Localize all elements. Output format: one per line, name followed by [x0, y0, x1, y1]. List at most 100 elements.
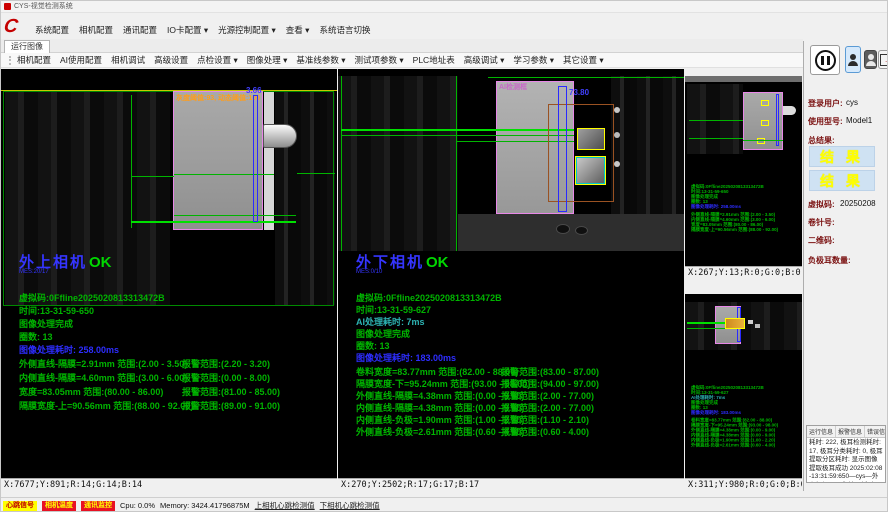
menu-view[interactable]: 查看 ▾	[286, 24, 310, 36]
highlight-dot	[614, 107, 620, 113]
menu-language-switch[interactable]: 系统语言切换	[319, 24, 370, 36]
tool-plc-address[interactable]: PLC地址表	[413, 54, 455, 66]
overlay-green-line	[341, 135, 574, 136]
left-camera-panel[interactable]: 灰度阈值:93, 动态阈值:100 3.66 外上相机OK MES:20/17 …	[1, 69, 337, 491]
tool-advanced-debug[interactable]: 高级调试 ▾	[464, 54, 505, 66]
menu-io-config[interactable]: IO卡配置 ▾	[167, 24, 208, 36]
virtual-code: 虚拟码:0Ffline2025020813313472B	[19, 293, 165, 303]
info-tabs: 运行信息 报警信息 错误信息	[807, 426, 885, 438]
menu-light-config[interactable]: 光源控制配置 ▾	[218, 24, 276, 36]
tool-learning-params[interactable]: 学习参数 ▾	[513, 54, 554, 66]
menu-system-config[interactable]: 系统配置	[35, 24, 69, 36]
alarm-text: 报警范围:(83.00 - 87.00)	[501, 367, 599, 377]
login-user-label: 登录用户:	[808, 98, 843, 109]
thumbnail-bottom-panel[interactable]: 外下相机OK 虚拟码:0Ffline2025020813313472B 时间:1…	[685, 294, 802, 491]
overlay-green-line	[456, 76, 457, 251]
logout-button[interactable]: →	[878, 50, 888, 69]
middle-camera-panel[interactable]: AI检测框 73.80 外下相机OK MES:0/10 虚拟码:0Ffline2…	[338, 69, 684, 491]
measure-text: 卷料宽度=83.77mm 范围:(82.00 - 88.00)	[356, 367, 518, 377]
process-done: 图像处理完成	[19, 319, 73, 329]
tool-spotcheck-settings[interactable]: 点检设置 ▾	[197, 54, 238, 66]
overlay-green-line	[341, 129, 574, 131]
measure-text: 内侧直线-隔膜=4.60mm 范围:(3.00 - 6.00)	[19, 373, 187, 383]
tab-run-info[interactable]: 运行信息	[807, 426, 836, 437]
anode-tab-count-label: 负极耳数量:	[808, 255, 851, 266]
pixel-coord-bar: X:267;Y:13;R:0;G:0;B:0	[685, 266, 802, 279]
tab-detection-box	[725, 318, 745, 329]
tool-camera-debug[interactable]: 相机调试	[111, 54, 145, 66]
process-elapsed: 图像处理耗时: 258.00ms	[19, 345, 119, 355]
highlight-dot	[614, 132, 620, 138]
measure-row: 外侧直线-负极=2.61mm 范围:(0.60 - 4.00)报警范围:(0.6…	[356, 427, 524, 437]
overlay-green-line	[131, 176, 174, 177]
result-ok: OK	[723, 174, 735, 183]
tool-advanced-settings[interactable]: 高级设置	[154, 54, 188, 66]
menu-camera-config[interactable]: 相机配置	[79, 24, 113, 36]
measure-value-label: 73.80	[569, 88, 589, 97]
total-result-label: 总结果:	[808, 135, 835, 146]
measure-text: 外侧直线-隔膜=4.38mm 范围:(0.00 - 9.00)	[356, 391, 524, 401]
measure-text: 隔膜宽度-上=90.56mm 范围:(88.00 - 92.00)	[19, 401, 193, 411]
menu-bar: 系统配置 相机配置 通讯配置 IO卡配置 ▾ 光源控制配置 ▾ 查看 ▾ 系统语…	[35, 23, 370, 37]
process-elapsed: 图像处理耗时: 183.00ms	[691, 410, 802, 415]
menu-comm-config[interactable]: 通讯配置	[123, 24, 157, 36]
virtual-code-value: 20250208	[840, 199, 876, 208]
alarm-text: 报警范围:(0.60 - 4.00)	[501, 427, 589, 437]
thumb-result-block: 外下相机OK 虚拟码:0Ffline2025020813313472B 时间:1…	[691, 372, 802, 448]
measure-rect	[776, 94, 779, 146]
result-ok: OK	[723, 375, 735, 384]
measure-row: 内侧直线-负极=1.90mm 范围:(1.00 - 2.20)报警范围:(1.1…	[356, 415, 524, 425]
tab-strip: 运行图像	[1, 39, 803, 53]
tool-image-processing[interactable]: 图像处理 ▾	[247, 54, 288, 66]
camera-name: 外下相机	[691, 375, 723, 384]
alarm-text: 报警范围:(2.00 - 77.00)	[501, 403, 594, 413]
user-icon	[866, 54, 876, 66]
virtual-code: 虚拟码:0Ffline2025020813313472B	[356, 293, 502, 303]
camera-temp-badge: 相机温度	[42, 501, 76, 511]
titlebar: CYS-视觉检测系统	[1, 1, 888, 13]
measure-value-label: 3.66	[246, 86, 262, 95]
cpu-usage: Cpu: 0.0%	[120, 501, 155, 510]
user-switch-button[interactable]	[864, 50, 877, 69]
window-title: CYS-视觉检测系统	[14, 1, 73, 13]
tool-baseline-params[interactable]: 基准线参数 ▾	[296, 54, 345, 66]
tool-camera-config[interactable]: 相机配置	[17, 54, 51, 66]
overlay-green-line	[689, 138, 743, 139]
alarm-text: 报警范围:(94.00 - 97.00)	[501, 379, 599, 389]
capture-time: 时间:13-31-59-650	[19, 306, 94, 316]
needle-number-label: 卷针号:	[808, 217, 835, 228]
toolbar-grip-icon	[9, 56, 11, 65]
heartbeat-badge: 心跳信号	[3, 501, 37, 511]
highlight-dot	[614, 161, 620, 167]
tab-alarm-info[interactable]: 报警信息	[836, 426, 865, 437]
process-elapsed: 图像处理耗时: 183.00ms	[356, 353, 456, 363]
measure-text: 外侧直线-负极=2.61mm 范围:(0.60 - 4.00)	[691, 443, 802, 448]
overlay-green-line	[341, 76, 342, 251]
window-status-bar: 心跳信号 相机温度 通讯监控 Cpu: 0.0% Memory: 3424.41…	[1, 497, 888, 512]
ai-elapsed: AI处理耗时: 7ms	[356, 317, 425, 327]
lower-camera-heartbeat-link[interactable]: 下相机心跳检测值	[320, 500, 380, 511]
tool-test-params[interactable]: 测试项参数 ▾	[355, 54, 404, 66]
overlay-green-line	[488, 77, 684, 78]
process-done: 图像处理完成	[356, 329, 410, 339]
web-edge-strip	[264, 92, 274, 230]
upper-camera-heartbeat-link[interactable]: 上相机心跳检测值	[255, 500, 315, 511]
tab-error-info[interactable]: 错误信息	[865, 426, 886, 437]
pause-button[interactable]	[810, 45, 840, 75]
result-box-lower: 结 果	[809, 170, 875, 191]
right-sidebar: → 登录用户: cys 使用型号: Model1 总结果: 结 果 结 果 虚拟…	[803, 41, 888, 491]
tool-other-settings[interactable]: 其它设置 ▾	[563, 54, 604, 66]
machine-floor	[458, 214, 684, 251]
camera-name: 外上相机	[691, 174, 723, 183]
thumbnail-top-panel[interactable]: 外上相机OK 虚拟码:0Ffline2025020813313472B 时间:1…	[685, 76, 802, 279]
overlay-green-line	[131, 221, 296, 223]
virtual-code-label: 虚拟码:	[808, 199, 835, 210]
result-box-upper: 结 果	[809, 146, 875, 167]
thumb-result-block: 外上相机OK 虚拟码:0Ffline2025020813313472B 时间:1…	[691, 171, 802, 232]
result-ok: OK	[89, 254, 112, 271]
comm-monitor-badge: 通讯监控	[81, 501, 115, 511]
tool-ai-config[interactable]: AI使用配置	[60, 54, 102, 66]
tab-run-image[interactable]: 运行图像	[4, 40, 50, 53]
user-login-button[interactable]	[845, 46, 861, 73]
tab-detection-box	[757, 138, 765, 144]
